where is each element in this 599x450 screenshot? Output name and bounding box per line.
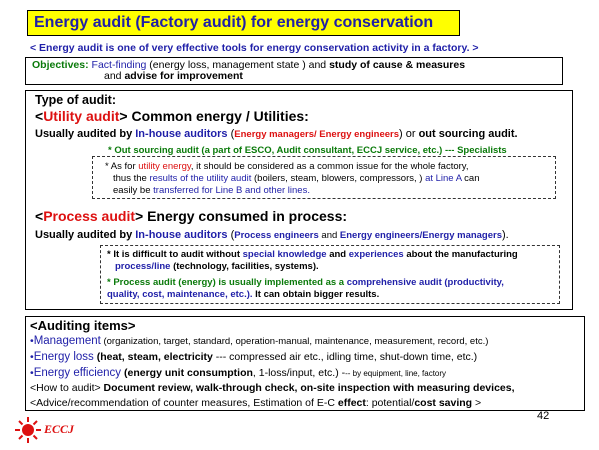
pn-3a: * Process audit (energy) is usually impl… xyxy=(107,277,347,288)
ai-3a: Energy efficiency xyxy=(33,367,122,379)
objectives-box: Objectives: Fact-finding (energy loss, m… xyxy=(25,57,563,85)
ua-b: In-house auditors xyxy=(135,128,228,140)
ua-e: ) or xyxy=(399,128,419,140)
un-2d: at Line A xyxy=(425,173,462,184)
un-1b: utility energy xyxy=(138,161,191,172)
un-2b: results of the utility audit xyxy=(149,173,252,184)
pn-1a: * It is difficult to audit without xyxy=(107,249,243,260)
ai-5c: effect xyxy=(337,397,366,409)
type-heading: Type of audit: xyxy=(35,93,117,107)
utility-auditors: Usually audited by In-house auditors (En… xyxy=(35,128,518,140)
ua-d: Energy managers/ Energy engineers xyxy=(234,129,399,140)
ai-4b: Document review, walk-through check, on-… xyxy=(103,382,515,394)
un-2a: thus the xyxy=(113,173,150,184)
un-2e: can xyxy=(461,173,480,184)
auditing-heading: <Auditing items> xyxy=(30,318,136,333)
ai-1a: Management xyxy=(33,335,101,347)
obj-advise: advise for improvement xyxy=(124,70,243,82)
pa-e: and xyxy=(318,230,340,241)
outsourcing-note: * Out sourcing audit (a part of ESCO, Au… xyxy=(108,145,507,156)
pa-a: Usually audited by xyxy=(35,229,136,241)
subtitle: < Energy audit is one of very effective … xyxy=(30,42,479,54)
un-3a: easily be xyxy=(113,185,154,196)
process-audit-rest: > Energy consumed in process: xyxy=(135,208,348,224)
pa-g: ). xyxy=(502,229,509,241)
ai-3d: -- by equipment, line, factory xyxy=(345,369,447,378)
ai-2c: --- compressed air etc., idling time, sh… xyxy=(212,351,478,363)
audit-item-management: •Management (organization, target, stand… xyxy=(30,335,488,347)
un-3b: transferred for Line B and other lines. xyxy=(153,185,310,196)
ai-2b: (heat, steam, electricity xyxy=(93,351,213,363)
pa-d: Process engineers xyxy=(234,230,319,241)
audit-item-advice: <Advice/recommendation of counter measur… xyxy=(30,397,481,409)
obj-text-2: and xyxy=(104,70,125,82)
pn-2b: (technology, facilities, systems). xyxy=(170,261,319,272)
ai-1b: (organization, target, standard, operati… xyxy=(100,336,489,347)
ua-a: Usually audited by xyxy=(35,128,136,140)
audit-item-energy-loss: •Energy loss (heat, steam, electricity -… xyxy=(30,351,477,363)
pn-4a: quality, cost, maintenance, etc.). xyxy=(107,289,253,300)
pn-1e: about the manufacturing xyxy=(403,249,518,260)
process-audit-label: Process audit xyxy=(43,208,136,224)
bracket-open-2: < xyxy=(35,208,44,224)
un-2c: (boilers, steam, blowers, compressors, ) xyxy=(251,173,426,184)
pa-f: Energy engineers/Energy managers xyxy=(339,230,502,241)
ai-3c: , 1-loss/input, etc.) - xyxy=(252,367,346,379)
un-1c: , it should be considered as a common is… xyxy=(190,161,469,172)
un-1a: * As for xyxy=(105,161,139,172)
ai-5e: cost saving xyxy=(414,397,473,409)
pn-4b: It can obtain xyxy=(252,289,314,300)
ai-5a: <Advice/recommendation xyxy=(30,397,149,409)
pn-1c: and xyxy=(326,249,349,260)
ai-4a: <How to audit> xyxy=(30,382,104,394)
pn-2a: process/line xyxy=(115,261,171,272)
ai-5d: : potential/ xyxy=(365,397,415,409)
process-audit-heading: <Process audit> Energy consumed in proce… xyxy=(35,208,347,224)
pn-1d: experiences xyxy=(348,249,404,260)
bracket-open: < xyxy=(35,108,44,124)
pn-4c: bigger results. xyxy=(313,289,380,300)
pn-3b: comprehensive audit (productivity, xyxy=(346,277,504,288)
ai-3b: (energy unit consumption xyxy=(121,367,253,379)
utility-audit-rest: > Common energy / Utilities: xyxy=(119,108,309,124)
eccj-logo-icon xyxy=(15,417,41,443)
audit-item-how-to: <How to audit> Document review, walk-thr… xyxy=(30,382,515,394)
ai-5f: > xyxy=(472,397,482,409)
eccj-logo-text: ECCJ xyxy=(44,422,75,436)
pn-1b: special knowledge xyxy=(242,249,327,260)
utility-audit-heading: <Utility audit> Common energy / Utilitie… xyxy=(35,108,309,124)
utility-audit-label: Utility audit xyxy=(43,108,120,124)
page-number: 42 xyxy=(537,410,550,422)
utility-note-box: * As for utility energy, it should be co… xyxy=(92,156,556,199)
ai-5b: of counter measures, Estimation of E-C xyxy=(148,397,338,409)
obj-study: study of cause & measures xyxy=(329,59,466,71)
ai-2a: Energy loss xyxy=(33,351,94,363)
ua-f: out sourcing audit. xyxy=(418,128,518,140)
process-note-box: * It is difficult to audit without speci… xyxy=(100,245,560,304)
objectives-label: Objectives: xyxy=(32,59,89,71)
process-auditors: Usually audited by In-house auditors (Pr… xyxy=(35,229,509,241)
pa-b: In-house auditors xyxy=(135,229,228,241)
page-title: Energy audit (Factory audit) for energy … xyxy=(27,10,460,36)
audit-item-energy-efficiency: •Energy efficiency (energy unit consumpt… xyxy=(30,367,446,379)
